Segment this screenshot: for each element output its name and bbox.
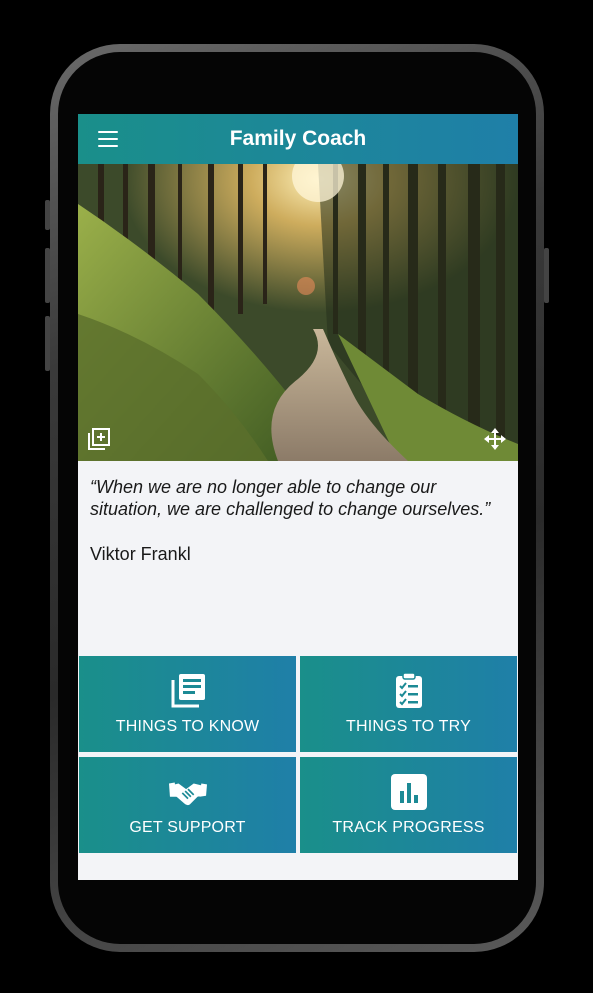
tile-label: TRACK PROGRESS xyxy=(332,819,485,836)
hero-image xyxy=(78,164,518,461)
app-title: Family Coach xyxy=(229,127,367,150)
get-support-button[interactable]: GET SUPPORT xyxy=(79,757,296,853)
tile-label: THINGS TO TRY xyxy=(346,718,471,735)
track-progress-button[interactable]: TRACK PROGRESS xyxy=(300,757,517,853)
phone-side-button xyxy=(45,316,50,371)
tile-label: THINGS TO KNOW xyxy=(115,718,260,735)
checklist-icon xyxy=(395,672,422,708)
app-screen: Family Coach “When we are no longer able… xyxy=(78,114,518,880)
phone-side-button xyxy=(544,248,549,303)
expand-arrows-icon[interactable] xyxy=(484,428,508,452)
things-to-know-button[interactable]: THINGS TO KNOW xyxy=(79,656,296,752)
app-header: Family Coach xyxy=(78,114,518,164)
tile-label: GET SUPPORT xyxy=(129,819,246,836)
articles-icon xyxy=(171,674,205,708)
forest-path-image xyxy=(78,164,518,461)
phone-side-button xyxy=(45,200,50,230)
handshake-icon xyxy=(168,782,207,806)
phone-side-button xyxy=(45,248,50,303)
bar-chart-icon xyxy=(390,774,427,810)
things-to-try-button[interactable]: THINGS TO TRY xyxy=(300,656,517,752)
hamburger-menu-icon[interactable] xyxy=(98,131,118,147)
add-to-collection-icon[interactable] xyxy=(88,428,112,452)
quote-text: “When we are no longer able to change ou… xyxy=(90,477,491,519)
quote-author: Viktor Frankl xyxy=(90,544,191,564)
